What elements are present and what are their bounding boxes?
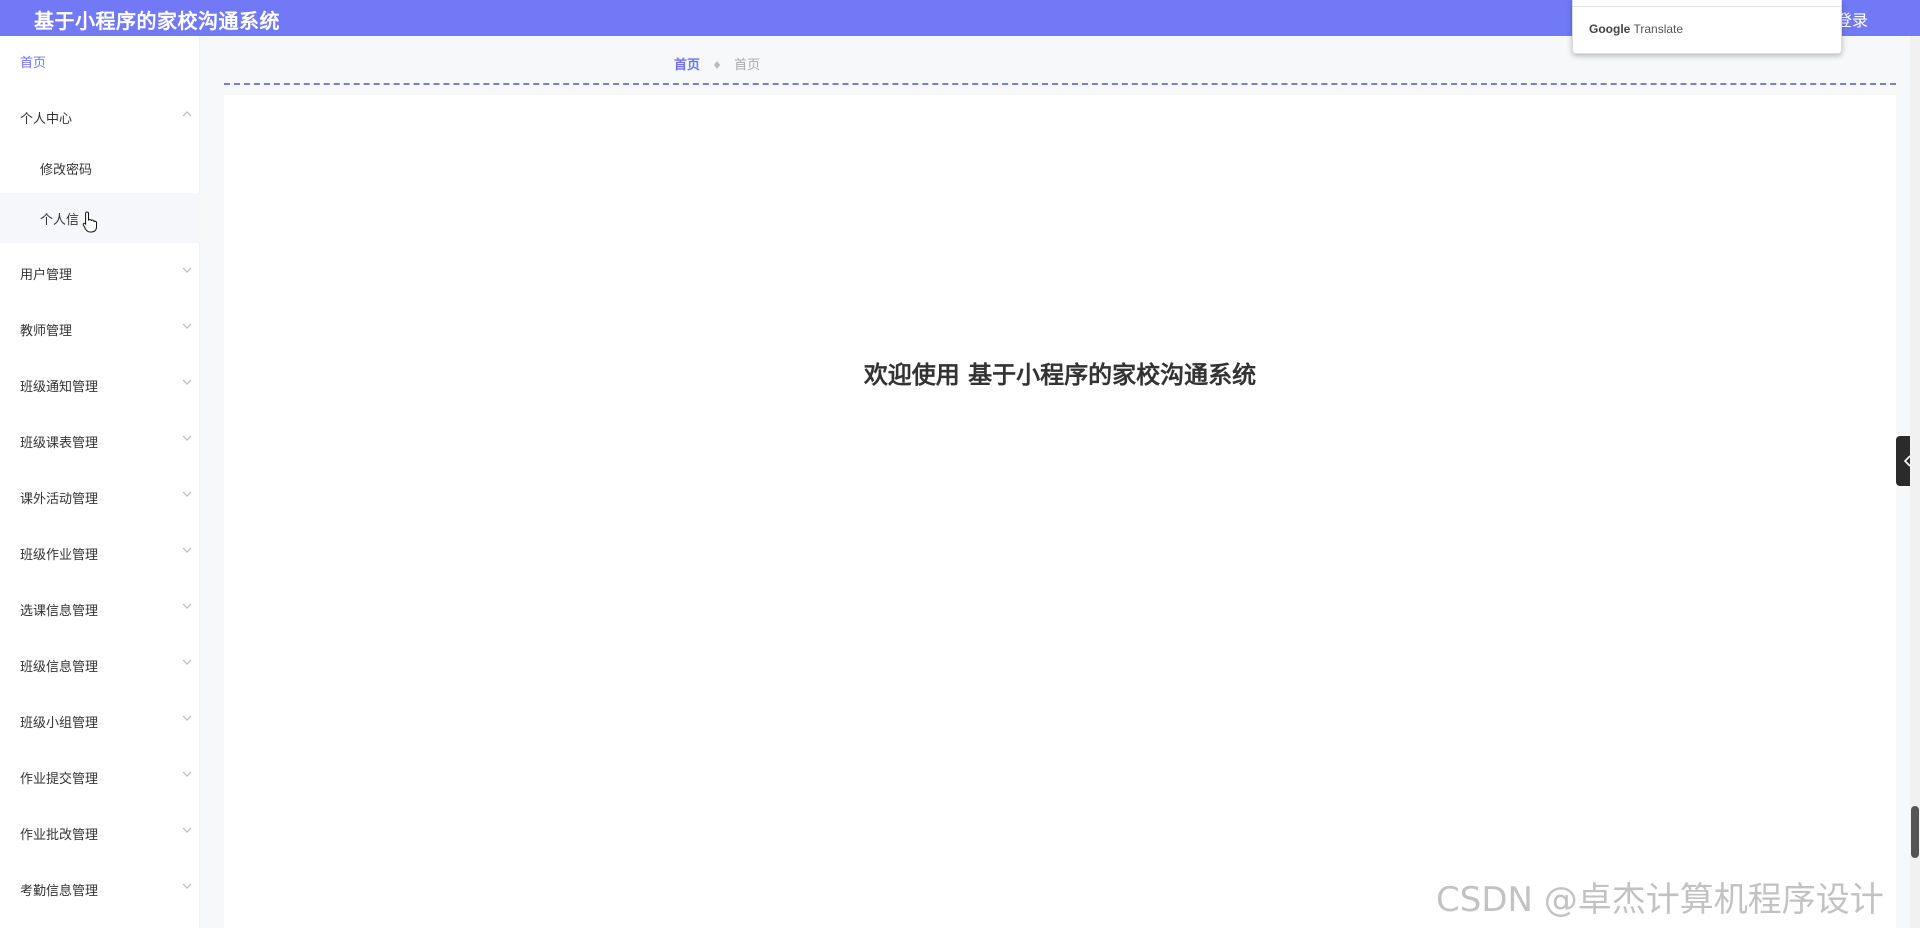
google-translate-popup[interactable]: Google Translate [1572,0,1842,54]
chevron-up-icon [180,106,194,120]
sidebar-item-attendance[interactable]: 考勤信息管理 [0,864,200,914]
sidebar-item-class-notice[interactable]: 班级通知管理 [0,360,200,410]
welcome-heading: 欢迎使用 基于小程序的家校沟通系统 [863,361,1257,389]
sidebar-item-homework-grading[interactable]: 作业批改管理 [0,808,200,858]
sidebar-item-label: 个人中心 [20,112,73,127]
sidebar-item-home[interactable]: 首页 [0,36,200,86]
popup-divider [1573,6,1841,7]
breadcrumb-divider [224,83,1896,85]
sidebar-item-label: 首页 [20,56,47,71]
watermark-text: CSDN @卓杰计算机程序设计 [1436,880,1884,920]
sidebar-item-label: 班级课表管理 [20,436,99,451]
sidebar-item-label: 班级通知管理 [20,380,99,395]
chevron-down-icon [180,430,194,444]
chevron-down-icon [180,654,194,668]
chevron-down-icon [180,598,194,612]
chevron-down-icon [180,262,194,276]
sidebar-item-label: 作业提交管理 [20,772,99,787]
main-content-panel: 欢迎使用 基于小程序的家校沟通系统 [224,95,1896,928]
chevron-down-icon [180,318,194,332]
breadcrumb-separator-icon: ♦ [712,59,723,72]
app-title: 基于小程序的家校沟通系统 [34,9,280,33]
chevron-down-icon [180,542,194,556]
sidebar-item-label: 教师管理 [20,324,73,339]
sidebar-item-course-selection[interactable]: 选课信息管理 [0,584,200,634]
sidebar-item-homework-submission[interactable]: 作业提交管理 [0,752,200,802]
breadcrumb-home-link[interactable]: 首页 [674,58,700,73]
page-scrollbar[interactable] [1910,36,1920,928]
sidebar-item-label: 个人信 [40,213,80,228]
chevron-down-icon [180,374,194,388]
sidebar-item-label: 班级作业管理 [20,548,99,563]
sidebar-subitem-change-password[interactable]: 修改密码 [0,143,200,193]
sidebar-item-class-group[interactable]: 班级小组管理 [0,696,200,746]
sidebar-item-label: 课外活动管理 [20,492,99,507]
breadcrumb-current: 首页 [734,58,761,73]
sidebar-subitem-personal-info[interactable]: 个人信 [0,193,200,243]
sidebar-item-user-management[interactable]: 用户管理 [0,248,200,298]
sidebar-item-label: 用户管理 [20,268,73,283]
chevron-down-icon [180,822,194,836]
sidebar-item-label: 班级信息管理 [20,660,99,675]
sidebar-item-class-homework[interactable]: 班级作业管理 [0,528,200,578]
chevron-down-icon [180,878,194,892]
chevron-down-icon [180,486,194,500]
translate-brand-translate: Translate [1633,22,1684,36]
sidebar: 首页 个人中心 修改密码 个人信 用户管理 教师管理 班级通知管理 班级课表管理… [0,36,200,928]
translate-brand: Google Translate [1589,22,1683,36]
sidebar-item-personal-center[interactable]: 个人中心 [0,92,200,142]
sidebar-item-label: 班级小组管理 [20,716,99,731]
chevron-down-icon [180,710,194,724]
sidebar-item-label: 修改密码 [40,163,93,178]
sidebar-item-label: 作业批改管理 [20,828,99,843]
sidebar-item-class-schedule[interactable]: 班级课表管理 [0,416,200,466]
scrollbar-thumb[interactable] [1911,806,1919,858]
translate-brand-google: Google [1589,22,1631,36]
hand-pointer-cursor-icon [82,211,97,233]
sidebar-item-class-info[interactable]: 班级信息管理 [0,640,200,690]
sidebar-item-extracurricular[interactable]: 课外活动管理 [0,472,200,522]
sidebar-item-label: 选课信息管理 [20,604,99,619]
breadcrumb: 首页 ♦ 首页 [674,54,760,73]
chevron-down-icon [180,766,194,780]
sidebar-item-teacher-management[interactable]: 教师管理 [0,304,200,354]
sidebar-item-label: 考勤信息管理 [20,884,99,899]
